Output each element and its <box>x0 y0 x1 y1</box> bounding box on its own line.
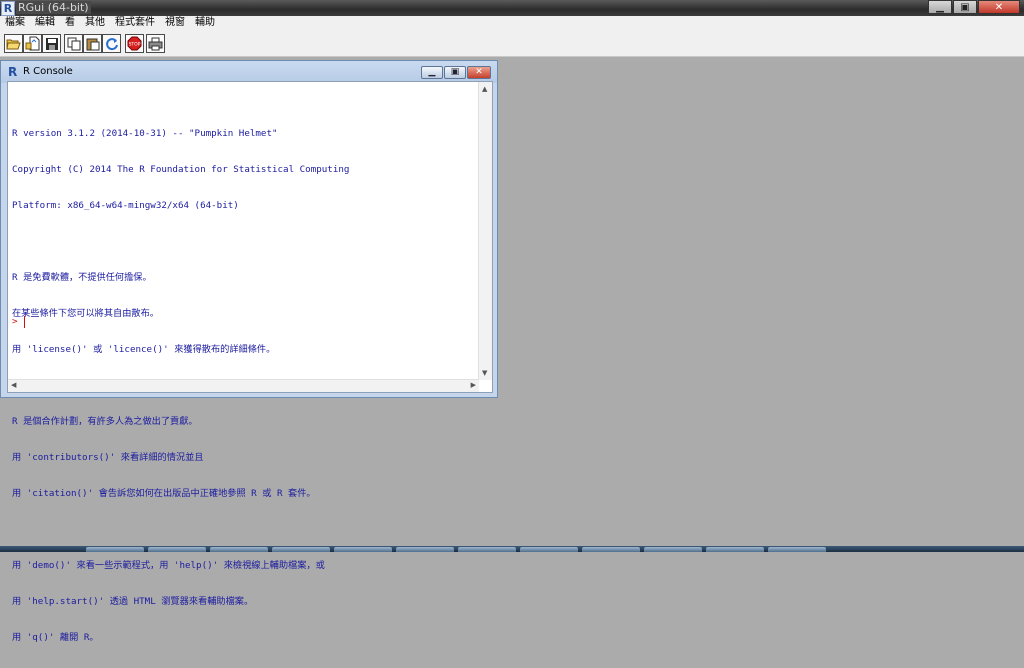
console-window-controls: ▁ ▣ ✕ <box>420 66 491 79</box>
print-button[interactable] <box>146 34 165 53</box>
console-output-area[interactable]: R version 3.1.2 (2014-10-31) -- "Pumpkin… <box>7 81 493 643</box>
minimize-button[interactable]: ▁ <box>928 0 952 14</box>
stop-icon: STOP <box>127 36 142 51</box>
taskbar-item[interactable] <box>768 547 826 552</box>
r-console-icon: R <box>8 65 18 79</box>
console-line: 用 'contributors()' 來看詳細的情況並且 <box>12 452 204 463</box>
scroll-up-icon[interactable]: ▲ <box>482 85 487 93</box>
menu-bar: 檔案 編輯 看 其他 程式套件 視窗 輔助 <box>0 16 1024 30</box>
svg-text:STOP: STOP <box>129 42 141 48</box>
console-minimize-button[interactable]: ▁ <box>421 66 443 79</box>
taskbar <box>0 546 1024 552</box>
copy-icon <box>67 37 80 50</box>
open-script-button[interactable] <box>4 34 23 53</box>
window-controls: ▁ ▣ ✕ <box>927 0 1020 14</box>
console-prompt: > <box>12 316 18 327</box>
console-close-button[interactable]: ✕ <box>467 66 491 79</box>
r-app-icon: R <box>1 1 15 16</box>
menu-view[interactable]: 看 <box>60 16 80 30</box>
console-title-bar[interactable]: R R Console ▁ ▣ ✕ <box>1 61 497 83</box>
load-workspace-icon <box>25 36 40 51</box>
close-button[interactable]: ✕ <box>978 0 1020 14</box>
console-line: 用 'demo()' 來看一些示範程式，用 'help()' 來檢視線上輔助檔案… <box>12 560 325 571</box>
console-line: R 是免費軟體，不提供任何擔保。 <box>12 272 152 283</box>
menu-file[interactable]: 檔案 <box>0 16 30 30</box>
print-icon <box>148 37 163 50</box>
taskbar-item[interactable] <box>582 547 640 552</box>
paste-icon <box>86 38 99 50</box>
load-workspace-button[interactable] <box>23 34 42 53</box>
vertical-scrollbar[interactable]: ▲ ▼ <box>478 82 492 380</box>
open-script-icon <box>6 39 21 50</box>
taskbar-item[interactable] <box>706 547 764 552</box>
taskbar-item[interactable] <box>334 547 392 552</box>
taskbar-item[interactable] <box>396 547 454 552</box>
save-workspace-icon <box>45 37 58 50</box>
taskbar-item[interactable] <box>458 547 516 552</box>
scroll-right-icon[interactable]: ▶ <box>471 381 476 389</box>
console-line: Copyright (C) 2014 The R Foundation for … <box>12 164 350 175</box>
restore-button[interactable]: ▣ <box>953 0 977 14</box>
console-line: 在某些條件下您可以將其自由散布。 <box>12 308 159 319</box>
console-line: Platform: x86_64-w64-mingw32/x64 (64-bit… <box>12 200 239 211</box>
menu-packages[interactable]: 程式套件 <box>110 16 160 30</box>
console-line: 用 'q()' 離開 R。 <box>12 632 99 643</box>
console-title: R Console <box>23 66 73 77</box>
toolbar: STOP <box>0 30 1024 57</box>
app-title: RGui (64-bit) <box>16 1 91 14</box>
taskbar-item[interactable] <box>148 547 206 552</box>
console-line: 用 'help.start()' 透過 HTML 瀏覽器來看輔助檔案。 <box>12 596 254 607</box>
console-line: R 是個合作計劃，有許多人為之做出了貢獻。 <box>12 416 198 427</box>
taskbar-item[interactable] <box>272 547 330 552</box>
console-line: 用 'citation()' 會告訴您如何在出版品中正確地參照 R 或 R 套件… <box>12 488 316 499</box>
taskbar-item[interactable] <box>86 547 144 552</box>
taskbar-item[interactable] <box>210 547 268 552</box>
save-workspace-button[interactable] <box>42 34 61 53</box>
text-cursor[interactable] <box>24 316 25 328</box>
console-restore-button[interactable]: ▣ <box>444 66 466 79</box>
menu-misc[interactable]: 其他 <box>80 16 110 30</box>
paste-button[interactable] <box>83 34 102 53</box>
console-line: R version 3.1.2 (2014-10-31) -- "Pumpkin… <box>12 128 278 139</box>
r-console-window[interactable]: R R Console ▁ ▣ ✕ R version 3.1.2 (2014-… <box>0 60 498 643</box>
menu-windows[interactable]: 視窗 <box>160 16 190 30</box>
copy-button[interactable] <box>64 34 83 53</box>
copy-paste-button[interactable] <box>102 34 121 53</box>
console-line: 用 'license()' 或 'licence()' 來獲得散布的詳細條件。 <box>12 344 276 355</box>
stop-button[interactable]: STOP <box>125 34 144 53</box>
horizontal-scrollbar[interactable]: ◀ ▶ <box>8 379 479 392</box>
scroll-left-icon[interactable]: ◀ <box>11 381 16 389</box>
taskbar-item[interactable] <box>520 547 578 552</box>
menu-edit[interactable]: 編輯 <box>30 16 60 30</box>
scroll-down-icon[interactable]: ▼ <box>482 369 487 377</box>
menu-help[interactable]: 輔助 <box>190 16 220 30</box>
taskbar-item[interactable] <box>644 547 702 552</box>
refresh-icon <box>105 37 118 50</box>
app-title-bar[interactable]: R RGui (64-bit) ▁ ▣ ✕ <box>0 0 1024 16</box>
